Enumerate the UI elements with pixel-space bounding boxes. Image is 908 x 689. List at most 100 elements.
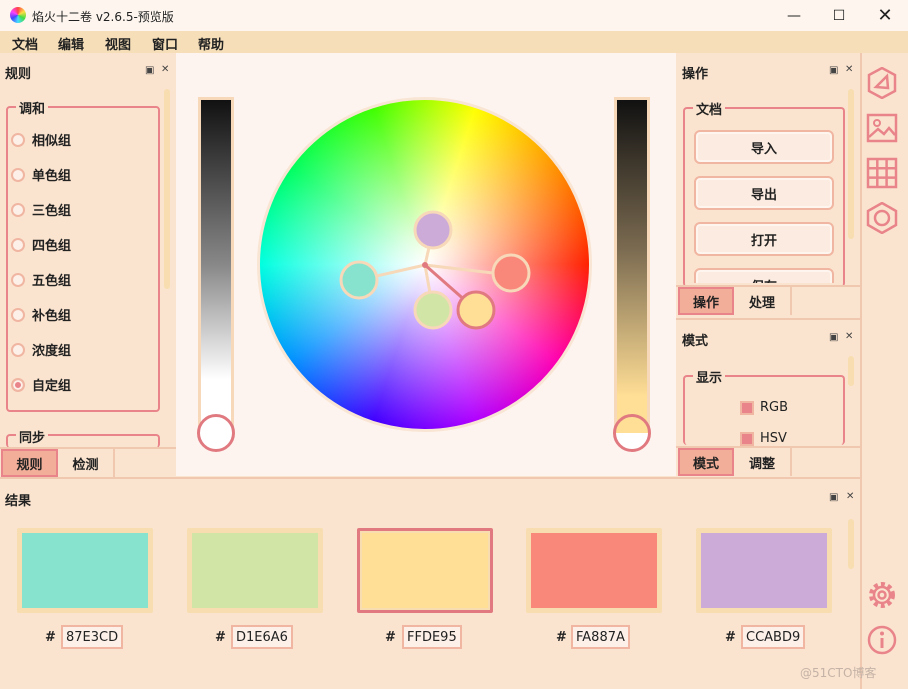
node-teal[interactable] [339, 260, 379, 300]
menu-window[interactable]: 窗口 [152, 34, 178, 53]
wheel-icon[interactable] [866, 67, 898, 99]
radio-monochrome[interactable]: 单色组 [11, 157, 71, 192]
hex-input[interactable]: FFDE95 [402, 625, 462, 649]
checkbox-icon[interactable] [740, 400, 754, 415]
maximize-icon[interactable]: ☐ [816, 0, 862, 31]
menu-help[interactable]: 帮助 [198, 34, 224, 53]
export-button[interactable]: 导出 [694, 176, 834, 210]
checkbox-icon[interactable] [740, 431, 754, 446]
wheel-center [422, 262, 428, 268]
scrollbar[interactable] [848, 356, 854, 386]
menu-view[interactable]: 视图 [105, 34, 131, 53]
brightness-slider[interactable] [198, 97, 234, 432]
radio-icon[interactable] [11, 307, 25, 322]
panel-close-icon[interactable]: ✕ [845, 331, 853, 342]
save-button-clip: 保存 [694, 268, 834, 283]
radio-icon[interactable] [11, 132, 25, 147]
radio-shades[interactable]: 浓度组 [11, 332, 71, 367]
node-red[interactable] [491, 253, 531, 293]
swatch-1[interactable] [17, 528, 153, 613]
pattern-icon[interactable] [866, 202, 898, 234]
checkbox-label: HSV [760, 431, 787, 446]
rules-panel: 规则 ▣ ✕ 调和 相似组 单色组 三色组 四色组 五色组 补色组 浓度组 自定… [0, 53, 176, 477]
tab-operations[interactable]: 操作 [678, 287, 734, 315]
node-link [424, 263, 494, 275]
radio-pentad[interactable]: 五色组 [11, 262, 71, 297]
scrollbar[interactable] [848, 519, 854, 569]
panel-close-icon[interactable]: ✕ [845, 64, 853, 75]
node-purple[interactable] [413, 210, 453, 250]
radio-triad[interactable]: 三色组 [11, 192, 71, 227]
tab-processing[interactable]: 处理 [734, 287, 792, 315]
tab-rules[interactable]: 规则 [1, 449, 58, 477]
panel-close-icon[interactable]: ✕ [161, 64, 169, 75]
radio-icon[interactable] [11, 342, 25, 357]
scrollbar[interactable] [848, 89, 854, 239]
brightness-slider-handle[interactable] [197, 414, 235, 452]
radio-icon[interactable] [11, 167, 25, 182]
open-button[interactable]: 打开 [694, 222, 834, 256]
radio-icon-checked[interactable] [11, 377, 25, 392]
swatch-4[interactable] [526, 528, 662, 613]
minimize-icon[interactable]: — [771, 0, 817, 31]
float-icon[interactable]: ▣ [145, 65, 154, 76]
swatch-color[interactable] [701, 533, 827, 608]
panel-title: 操作 [682, 67, 709, 82]
settings-icon[interactable] [866, 579, 898, 611]
info-icon[interactable] [866, 624, 898, 656]
swatch-color[interactable] [531, 533, 657, 608]
hex-input[interactable]: FA887A [571, 625, 630, 649]
app-logo-icon [10, 7, 26, 23]
saturation-slider[interactable] [614, 97, 650, 432]
panel-title: 结果 [5, 494, 32, 509]
radio-tetrad[interactable]: 四色组 [11, 227, 71, 262]
radio-analogous[interactable]: 相似组 [11, 122, 71, 157]
wheel-nodes [339, 210, 531, 330]
float-icon[interactable]: ▣ [829, 65, 838, 76]
tab-adjust[interactable]: 调整 [734, 448, 792, 476]
radio-icon[interactable] [11, 272, 25, 287]
radio-icon[interactable] [11, 237, 25, 252]
hex-input[interactable]: D1E6A6 [231, 625, 293, 649]
panel-title: 模式 [682, 334, 709, 349]
radio-complementary[interactable]: 补色组 [11, 297, 71, 332]
scrollbar[interactable] [164, 89, 170, 289]
float-icon[interactable]: ▣ [829, 492, 838, 503]
radio-icon[interactable] [11, 202, 25, 217]
close-icon[interactable]: ✕ [862, 0, 908, 31]
swatch-2[interactable] [187, 528, 323, 613]
tab-mode[interactable]: 模式 [678, 448, 734, 476]
swatch-5[interactable] [696, 528, 832, 613]
saturation-slider-handle[interactable] [613, 414, 651, 452]
window-title: 焰火十二卷 v2.6.5-预览版 [32, 10, 174, 24]
menu-edit[interactable]: 编辑 [58, 34, 84, 53]
title-bar: 焰火十二卷 v2.6.5-预览版 — ☐ ✕ [0, 0, 908, 31]
menu-file[interactable]: 文档 [12, 34, 38, 53]
swatch-color[interactable] [192, 533, 318, 608]
panel-close-icon[interactable]: ✕ [846, 491, 854, 502]
hex-input[interactable]: 87E3CD [61, 625, 124, 649]
swatch-color[interactable] [362, 533, 488, 608]
mode-tabbar: 模式 调整 [676, 446, 860, 477]
swatch-color[interactable] [22, 533, 148, 608]
rgb-checkbox-row[interactable]: RGB [740, 400, 788, 415]
harmony-options: 相似组 单色组 三色组 四色组 五色组 补色组 浓度组 自定组 [11, 122, 71, 402]
hash-label: # [45, 630, 56, 645]
group-title: 调和 [16, 98, 49, 117]
group-title: 文档 [693, 99, 726, 118]
node-lime[interactable] [413, 290, 453, 330]
tab-check[interactable]: 检测 [58, 449, 115, 477]
group-title: 同步 [16, 427, 49, 446]
float-icon[interactable]: ▣ [829, 332, 838, 343]
hsv-checkbox-row[interactable]: HSV [740, 431, 787, 446]
swatch-3-selected[interactable] [357, 528, 493, 613]
grid-icon[interactable] [866, 157, 898, 189]
import-button[interactable]: 导入 [694, 130, 834, 164]
save-button[interactable]: 保存 [694, 268, 834, 283]
radio-custom[interactable]: 自定组 [11, 367, 71, 402]
watermark: @51CTO博客 [800, 666, 877, 680]
image-icon[interactable] [866, 112, 898, 144]
hash-label: # [215, 630, 226, 645]
node-yellow-selected[interactable] [456, 290, 496, 330]
hex-input[interactable]: CCABD9 [741, 625, 806, 649]
